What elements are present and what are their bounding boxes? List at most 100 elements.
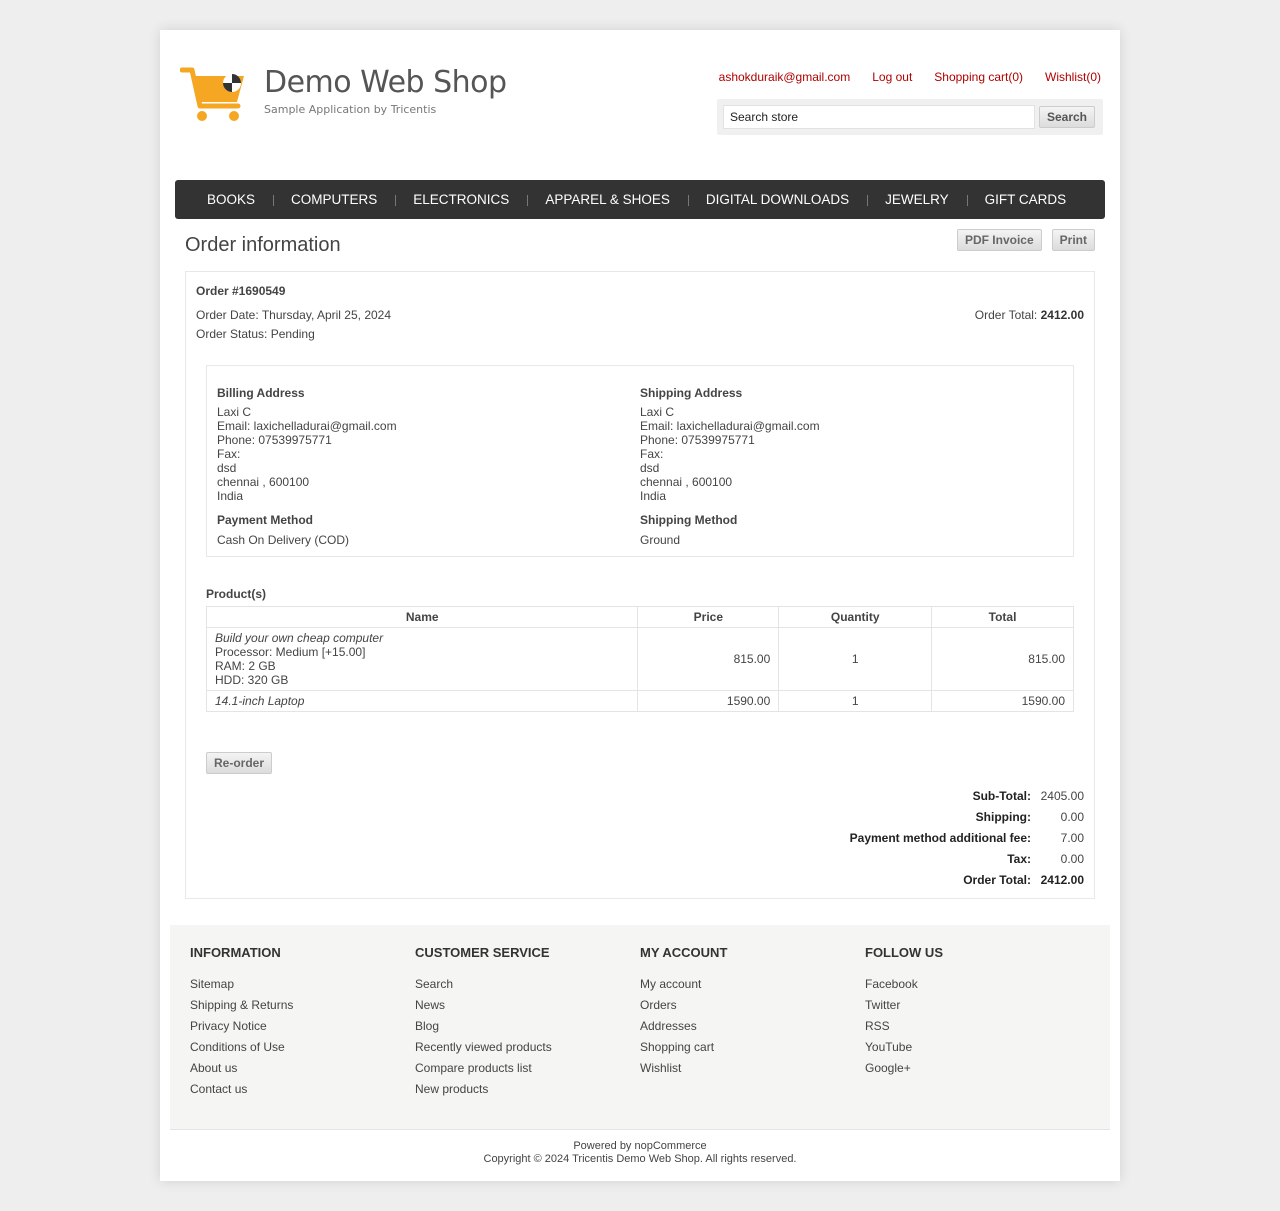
- order-date-label: Order Date:: [196, 308, 259, 322]
- totals-row: Sub-Total: 2405.00: [850, 785, 1084, 806]
- footer-my-account: My account My account Orders Addresses S…: [640, 945, 850, 1079]
- footer-link-shipping-returns[interactable]: Shipping & Returns: [190, 995, 400, 1016]
- product-attribute: Processor: Medium [+15.00]: [215, 645, 366, 659]
- product-name: 14.1-inch Laptop: [215, 694, 305, 708]
- footer-link-compare[interactable]: Compare products list: [415, 1058, 625, 1079]
- page-title: Order information: [185, 234, 341, 256]
- footer-link-news[interactable]: News: [415, 995, 625, 1016]
- wishlist-link[interactable]: Wishlist(0): [1045, 70, 1101, 84]
- column-header-price: Price: [637, 606, 780, 628]
- order-total-value: 2412.00: [1040, 308, 1084, 322]
- billing-address: Billing Address Laxi C Email: laxichella…: [217, 386, 617, 547]
- tax-label: Tax:: [1007, 851, 1031, 866]
- shipping-street: dsd: [640, 461, 660, 475]
- footer-column-title: Customer service: [415, 945, 550, 960]
- footer-link-youtube[interactable]: YouTube: [865, 1037, 1075, 1058]
- title-buttons: PDF Invoice Print: [956, 229, 1095, 251]
- footer-link-addresses[interactable]: Addresses: [640, 1016, 850, 1037]
- nav-gift-cards[interactable]: GIFT CARDS: [966, 192, 1085, 207]
- order-total-label: Order Total:: [974, 308, 1038, 322]
- billing-country: India: [217, 489, 244, 503]
- nav-electronics[interactable]: ELECTRONICS: [395, 192, 527, 207]
- footer-column-title: Follow us: [865, 945, 943, 960]
- billing-phone: Phone: 07539975771: [217, 433, 332, 447]
- shopping-cart-logo-icon: [180, 67, 244, 121]
- order-date-value: Thursday, April 25, 2024: [261, 308, 392, 322]
- shipping-method-title: Shipping Method: [640, 513, 738, 527]
- footer-link-rss[interactable]: RSS: [865, 1016, 1075, 1037]
- product-quantity: 1: [778, 690, 933, 712]
- footer-link-about[interactable]: About us: [190, 1058, 400, 1079]
- footer-customer-service: Customer service Search News Blog Recent…: [415, 945, 625, 1100]
- products-title: Product(s): [206, 587, 266, 601]
- footer-link-new-products[interactable]: New products: [415, 1079, 625, 1100]
- search-button[interactable]: Search: [1039, 106, 1095, 128]
- footer-link-privacy[interactable]: Privacy Notice: [190, 1016, 400, 1037]
- footer-bottom: Powered by nopCommerce Copyright © 2024 …: [170, 1129, 1110, 1166]
- shipping-address: Shipping Address Laxi C Email: laxichell…: [640, 386, 1040, 547]
- billing-address-title: Billing Address: [217, 386, 305, 400]
- nav-digital-downloads[interactable]: DIGITAL DOWNLOADS: [687, 192, 867, 207]
- order-status: Order Status: Pending: [196, 327, 315, 341]
- order-status-label: Order Status:: [196, 327, 268, 341]
- footer-link-my-account[interactable]: My account: [640, 974, 850, 995]
- products-header-row: Name Price Quantity Total: [205, 606, 1074, 628]
- nav-jewelry[interactable]: JEWELRY: [867, 192, 967, 207]
- footer-link-recently-viewed[interactable]: Recently viewed products: [415, 1037, 625, 1058]
- product-name: Build your own cheap computer: [215, 631, 384, 645]
- footer-link-facebook[interactable]: Facebook: [865, 974, 1075, 995]
- shipping-phone: Phone: 07539975771: [640, 433, 755, 447]
- footer-link-twitter[interactable]: Twitter: [865, 995, 1075, 1016]
- totals-row: Shipping: 0.00: [850, 806, 1084, 827]
- order-details: Order #1690549 Order Date: Thursday, Apr…: [185, 271, 1095, 899]
- footer-link-shopping-cart[interactable]: Shopping cart: [640, 1037, 850, 1058]
- totals-row: Payment method additional fee: 7.00: [850, 827, 1084, 848]
- order-total-summary: Order Total: 2412.00: [975, 308, 1084, 322]
- account-email-link[interactable]: ashokduraik@gmail.com: [719, 70, 851, 84]
- footer: Information Sitemap Shipping & Returns P…: [170, 925, 1110, 1129]
- column-header-name: Name: [205, 606, 639, 628]
- product-total: 1590.00: [931, 690, 1074, 712]
- footer-link-search[interactable]: Search: [415, 974, 625, 995]
- logo[interactable]: Demo Web Shop Sample Application by Tric…: [180, 66, 507, 124]
- payment-fee-label: Payment method additional fee:: [849, 830, 1031, 845]
- nav-computers[interactable]: COMPUTERS: [273, 192, 395, 207]
- print-button[interactable]: Print: [1051, 229, 1095, 251]
- footer-link-google-plus[interactable]: Google+: [865, 1058, 1075, 1079]
- reorder-button[interactable]: Re-order: [206, 752, 273, 774]
- footer-link-blog[interactable]: Blog: [415, 1016, 625, 1037]
- billing-email: Email: laxichelladurai@gmail.com: [217, 419, 397, 433]
- footer-information: Information Sitemap Shipping & Returns P…: [190, 945, 400, 1100]
- shipping-name: Laxi C: [640, 405, 675, 419]
- footer-column-title: Information: [190, 945, 281, 960]
- footer-link-orders[interactable]: Orders: [640, 995, 850, 1016]
- search-input[interactable]: [723, 105, 1035, 129]
- page: Demo Web Shop Sample Application by Tric…: [160, 30, 1120, 1181]
- product-cell: Build your own cheap computer Processor:…: [205, 627, 639, 691]
- product-attribute: RAM: 2 GB: [215, 659, 276, 673]
- addresses-box: Billing Address Laxi C Email: laxichella…: [206, 365, 1074, 557]
- shipping-label: Shipping:: [975, 809, 1031, 824]
- logout-link[interactable]: Log out: [872, 70, 912, 84]
- billing-name: Laxi C: [217, 405, 252, 419]
- order-totals: Sub-Total: 2405.00 Shipping: 0.00 Paymen…: [850, 785, 1084, 890]
- footer-link-contact[interactable]: Contact us: [190, 1079, 400, 1100]
- header-links: ashokduraik@gmail.com Log out Shopping c…: [719, 70, 1101, 84]
- footer-follow-us: Follow us Facebook Twitter RSS YouTube G…: [865, 945, 1075, 1079]
- billing-fax: Fax:: [217, 447, 241, 461]
- footer-link-wishlist[interactable]: Wishlist: [640, 1058, 850, 1079]
- footer-link-conditions[interactable]: Conditions of Use: [190, 1037, 400, 1058]
- billing-street: dsd: [217, 461, 237, 475]
- pdf-invoice-button[interactable]: PDF Invoice: [956, 229, 1042, 251]
- shipping-value: 0.00: [1060, 809, 1084, 824]
- shopping-cart-link[interactable]: Shopping cart(0): [934, 70, 1023, 84]
- nav-books[interactable]: BOOKS: [189, 192, 273, 207]
- product-total: 815.00: [931, 627, 1074, 691]
- footer-link-sitemap[interactable]: Sitemap: [190, 974, 400, 995]
- shipping-address-title: Shipping Address: [640, 386, 743, 400]
- column-header-quantity: Quantity: [778, 606, 933, 628]
- payment-fee-value: 7.00: [1060, 830, 1084, 845]
- copyright: Copyright © 2024 Tricentis Demo Web Shop…: [483, 1153, 797, 1165]
- product-attribute: HDD: 320 GB: [215, 673, 289, 687]
- nav-apparel-shoes[interactable]: APPAREL & SHOES: [527, 192, 688, 207]
